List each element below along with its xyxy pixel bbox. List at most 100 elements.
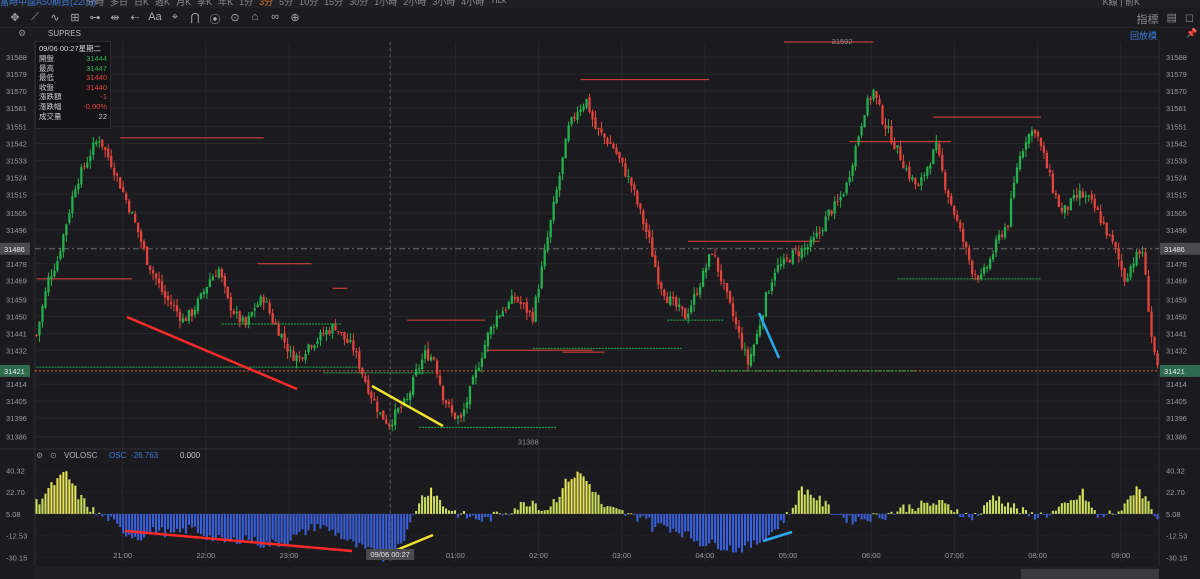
- osc-bar: [791, 507, 794, 514]
- candle-body: [561, 157, 564, 174]
- osc-bar: [681, 513, 684, 538]
- osc-tick-label-left: -12.53: [6, 532, 27, 541]
- candle-body: [926, 166, 929, 176]
- osc-bar: [337, 513, 340, 534]
- osc-bar: [977, 513, 980, 516]
- y-tick-label-right: 31414: [1166, 380, 1187, 389]
- horizontal-scrollbar[interactable]: [35, 567, 1159, 579]
- osc-bar: [474, 513, 477, 520]
- osc-bar: [1030, 512, 1033, 514]
- candle-body: [142, 241, 146, 249]
- candle-body: [968, 247, 971, 261]
- candle-body: [334, 324, 337, 331]
- osc-bar: [256, 513, 259, 546]
- candle-body: [962, 228, 965, 242]
- osc-bar: [433, 496, 436, 514]
- osc-gear-icon[interactable]: ⚙: [36, 451, 43, 460]
- candle-body: [331, 324, 334, 334]
- candle-body: [92, 142, 95, 155]
- osc-bar: [1078, 495, 1081, 514]
- candle-body: [979, 274, 983, 280]
- candle-body: [415, 369, 418, 376]
- osc-bar: [812, 497, 815, 514]
- candle-body: [854, 146, 857, 167]
- candle-body: [600, 128, 603, 133]
- osc-bar: [998, 496, 1001, 514]
- osc-bar: [450, 510, 454, 514]
- chart-canvas[interactable]: 31588 31588 31579 31579 31570 31570 31561 31561…: [0, 0, 1200, 579]
- osc-bar: [77, 499, 80, 514]
- candle-body: [941, 154, 944, 171]
- candle-body: [755, 334, 759, 345]
- candle-body: [50, 276, 53, 279]
- candle-body: [1108, 234, 1111, 236]
- candle-body: [1039, 138, 1043, 146]
- candle-body: [349, 339, 352, 342]
- candle-body: [253, 308, 256, 311]
- candle-body: [977, 275, 980, 280]
- candle-body: [322, 333, 325, 335]
- osc-bar: [175, 513, 179, 529]
- osc-bar: [468, 513, 471, 517]
- candle-body: [612, 143, 615, 149]
- osc-bar: [1126, 499, 1129, 514]
- candle-body: [809, 239, 812, 247]
- candle-body: [860, 126, 863, 136]
- osc-bar: [373, 513, 376, 552]
- candle-body: [304, 354, 307, 360]
- price-extreme-label: 31388: [518, 438, 539, 447]
- osc-bar: [630, 513, 633, 515]
- osc-bar: [785, 512, 788, 514]
- osc-bar: [492, 511, 495, 514]
- osc-bar: [56, 478, 59, 514]
- candle-body: [277, 324, 280, 336]
- candle-body: [914, 178, 917, 185]
- osc-bar: [1138, 489, 1141, 514]
- osc-indicator-name[interactable]: VOLOSC: [64, 451, 97, 460]
- y-tick-label-left: 31414: [6, 380, 27, 389]
- osc-bar: [193, 513, 196, 527]
- osc-bar: [462, 511, 466, 514]
- osc-bar: [863, 513, 866, 520]
- osc-bar: [319, 513, 322, 529]
- osc-bar: [974, 513, 977, 515]
- osc-bar: [364, 513, 367, 549]
- scrollbar-thumb[interactable]: [1021, 569, 1159, 579]
- candle-body: [450, 405, 454, 413]
- candle-body: [681, 306, 684, 310]
- osc-bar: [1054, 510, 1057, 514]
- price-extreme-label: 31592: [832, 37, 853, 46]
- candle-body: [250, 312, 253, 317]
- candle-body: [618, 152, 621, 159]
- osc-bar: [884, 513, 887, 521]
- candle-body: [301, 357, 304, 359]
- osc-bar: [690, 513, 693, 539]
- info-row: 收盤 31440: [39, 83, 107, 93]
- candle-body: [131, 212, 134, 214]
- osc-bar: [660, 513, 663, 524]
- y-tick-label-left: 31432: [6, 346, 27, 355]
- osc-bar: [152, 513, 155, 527]
- candle-body: [908, 166, 911, 179]
- osc-settings-icon[interactable]: ⊙: [50, 451, 57, 460]
- candle-body: [435, 360, 439, 375]
- osc-bar: [340, 513, 343, 540]
- candle-body: [555, 189, 558, 203]
- osc-bar: [576, 471, 579, 514]
- osc-bar: [334, 513, 337, 536]
- candle-body: [1138, 251, 1141, 255]
- osc-bar: [597, 494, 600, 514]
- x-tick-label: 01:00: [446, 551, 465, 560]
- candle-body: [217, 269, 220, 278]
- osc-bar: [869, 513, 872, 522]
- candle-body: [639, 203, 642, 209]
- candle-body: [1132, 263, 1135, 268]
- candle-body: [1153, 336, 1156, 353]
- osc-bar: [489, 513, 492, 522]
- candle-body: [863, 115, 866, 128]
- osc-bar: [316, 513, 319, 524]
- osc-bar: [199, 513, 202, 535]
- candle-body: [438, 375, 442, 385]
- osc-bar: [107, 513, 110, 522]
- candle-body: [890, 126, 893, 144]
